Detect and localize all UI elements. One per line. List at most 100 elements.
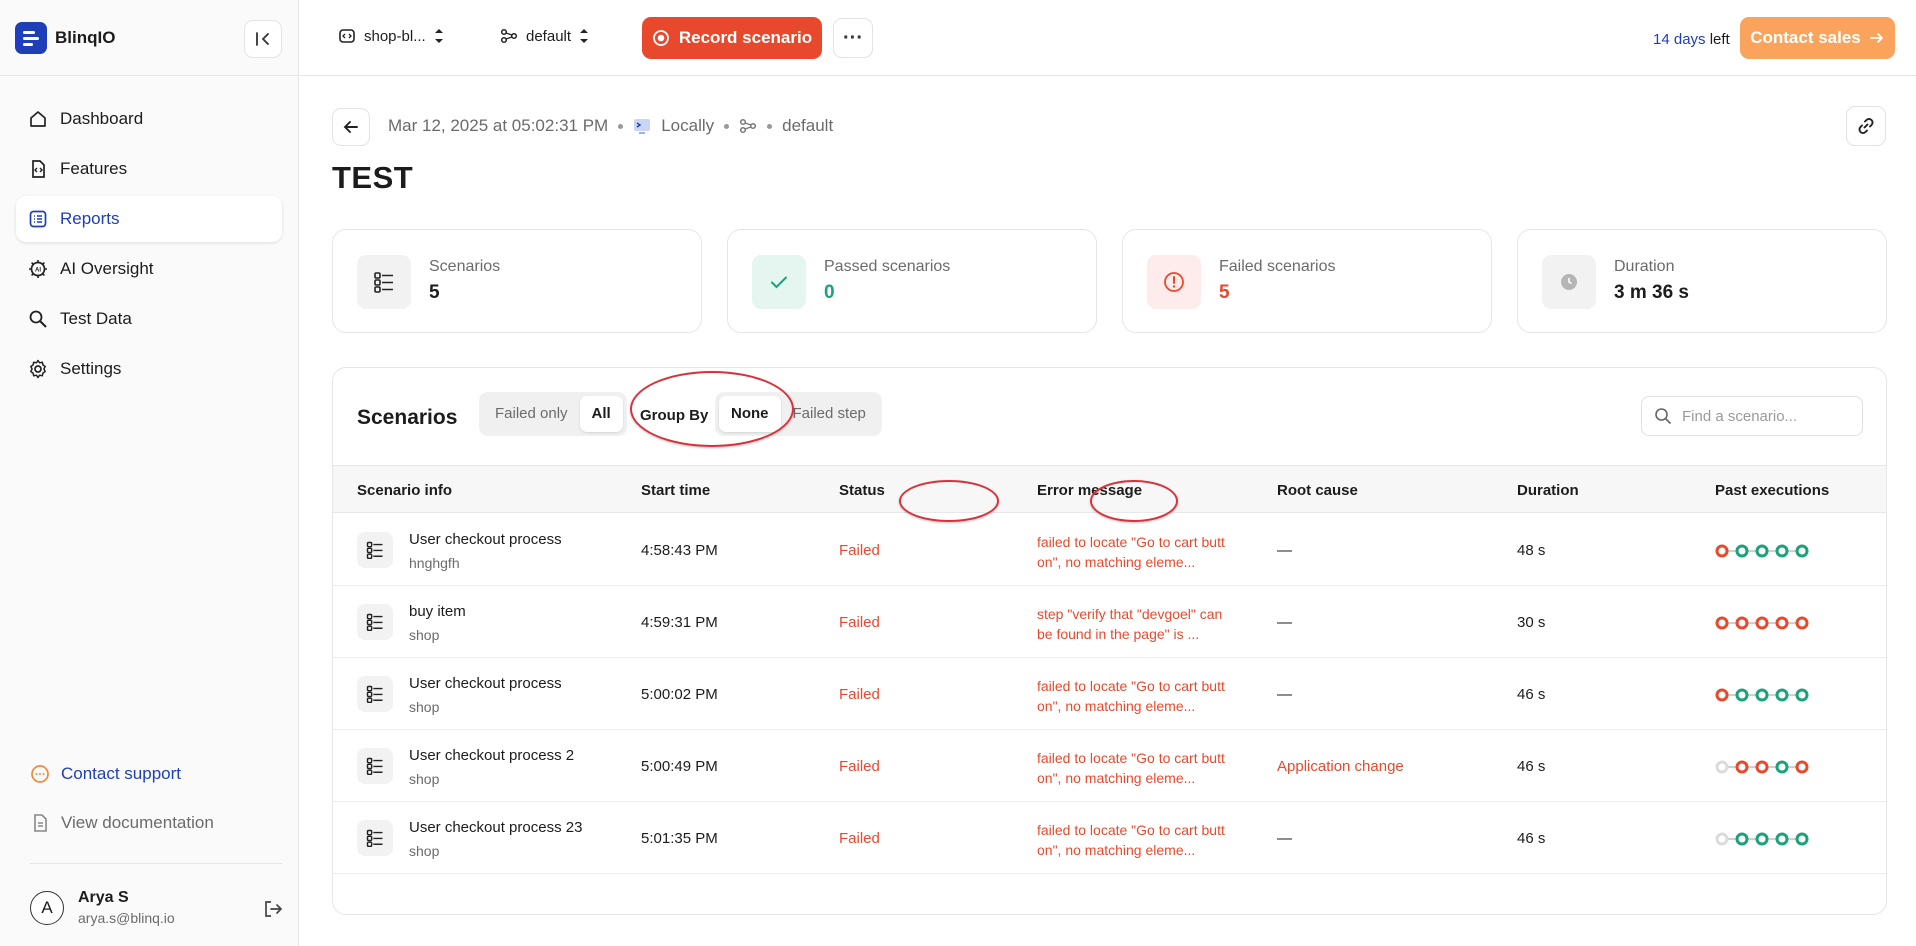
feature-name: hnghgfh xyxy=(409,555,460,571)
user-profile[interactable]: A Arya S arya.s@blinq.io xyxy=(30,889,175,926)
copy-link-button[interactable] xyxy=(1846,106,1886,146)
execution-dot-failed[interactable] xyxy=(1795,616,1809,630)
duration: 46 s xyxy=(1517,758,1546,775)
ai-gear-icon: AI xyxy=(29,260,47,278)
execution-dot-passed[interactable] xyxy=(1735,688,1749,702)
logout-button[interactable] xyxy=(262,898,284,925)
column-header[interactable]: Past executions xyxy=(1715,482,1829,499)
sidebar-item-label: Features xyxy=(60,159,128,178)
execution-dot-failed[interactable] xyxy=(1795,760,1809,774)
annotation-oval-error-message xyxy=(899,480,999,522)
execution-dot-failed[interactable] xyxy=(1755,760,1769,774)
stat-label: Duration xyxy=(1614,258,1675,275)
execution-dot-failed[interactable] xyxy=(1755,616,1769,630)
column-header[interactable]: Root cause xyxy=(1277,482,1358,499)
error-message: failed to locate "Go to cart button", no… xyxy=(1037,750,1225,786)
execution-dot-passed[interactable] xyxy=(1735,544,1749,558)
root-cause: — xyxy=(1277,830,1292,847)
execution-dot-passed[interactable] xyxy=(1775,688,1789,702)
sidebar-item-test-data[interactable]: Test Data xyxy=(16,296,282,342)
view-documentation-link[interactable]: View documentation xyxy=(30,813,214,833)
environment-icon xyxy=(740,118,757,134)
execution-dot-failed[interactable] xyxy=(1715,616,1729,630)
environment-selector[interactable]: default xyxy=(500,27,589,45)
start-time: 4:59:31 PM xyxy=(641,614,718,631)
project-selector[interactable]: shop-bl... xyxy=(338,27,444,45)
stat-value: 0 xyxy=(824,282,835,303)
more-options-button[interactable]: ··· xyxy=(833,18,873,58)
trial-suffix: left xyxy=(1705,31,1730,48)
contact-support-link[interactable]: Contact support xyxy=(30,764,181,784)
execution-dot-failed[interactable] xyxy=(1715,688,1729,702)
execution-dot-passed[interactable] xyxy=(1795,832,1809,846)
scenario-icon xyxy=(357,820,393,856)
error-message: step "verify that "devgoel" can be found… xyxy=(1037,606,1223,642)
group-by-failed-step[interactable]: Failed step xyxy=(781,396,878,432)
execution-dot-passed[interactable] xyxy=(1775,544,1789,558)
execution-dot-passed[interactable] xyxy=(1775,760,1789,774)
execution-dot-failed[interactable] xyxy=(1735,760,1749,774)
arrow-left-icon xyxy=(343,121,358,133)
error-message: failed to locate "Go to cart button", no… xyxy=(1037,678,1225,714)
brand[interactable]: BlinqIO xyxy=(15,22,115,54)
scenarios-icon xyxy=(357,255,411,309)
scenario-icon xyxy=(357,748,393,784)
brand-name: BlinqIO xyxy=(55,28,116,47)
sidebar-item-reports[interactable]: Reports xyxy=(16,196,282,242)
column-header[interactable]: Scenario info xyxy=(357,482,452,499)
collapse-sidebar-button[interactable] xyxy=(244,20,282,58)
filter-failed-only[interactable]: Failed only xyxy=(483,396,580,432)
execution-dot-passed[interactable] xyxy=(1755,832,1769,846)
table-row[interactable]: buy item shop 4:59:31 PM Failed step "verify… xyxy=(333,586,1886,658)
sidebar-item-features[interactable]: Features xyxy=(16,146,282,192)
execution-dot-empty[interactable] xyxy=(1715,832,1729,846)
execution-dot-passed[interactable] xyxy=(1755,544,1769,558)
sidebar-item-ai-oversight[interactable]: AI AI Oversight xyxy=(16,246,282,292)
status-text: Failed xyxy=(839,758,880,775)
execution-dot-passed[interactable] xyxy=(1795,688,1809,702)
table-row[interactable]: User checkout process 2 shop 5:00:49 PM Fai… xyxy=(333,730,1886,802)
topbar: shop-bl... default Record scenario ··· 1… xyxy=(300,0,1916,76)
past-executions xyxy=(1715,616,1809,630)
execution-dot-passed[interactable] xyxy=(1775,832,1789,846)
execution-dot-passed[interactable] xyxy=(1795,544,1809,558)
sidebar-nav: Dashboard Features Reports AI AI Oversig… xyxy=(16,96,282,396)
execution-dot-empty[interactable] xyxy=(1715,760,1729,774)
filter-all[interactable]: All xyxy=(579,396,623,432)
table-row[interactable]: User checkout process shop 5:00:02 PM Faile… xyxy=(333,658,1886,730)
status-filter: Failed only All xyxy=(479,392,627,436)
back-button[interactable] xyxy=(332,108,370,146)
record-scenario-button[interactable]: Record scenario xyxy=(642,17,822,59)
stat-label: Scenarios xyxy=(429,258,501,275)
scenario-search[interactable] xyxy=(1641,396,1863,436)
sort-updown-icon xyxy=(434,29,443,43)
sort-updown-icon xyxy=(580,29,589,43)
execution-dot-passed[interactable] xyxy=(1735,832,1749,846)
execution-dot-passed[interactable] xyxy=(1755,688,1769,702)
feature-name: shop xyxy=(409,771,440,787)
contact-sales-label: Contact sales xyxy=(1750,28,1861,47)
app-root: BlinqIO Dashboard Features Reports AI AI… xyxy=(0,0,1916,946)
search-input[interactable] xyxy=(1682,407,1842,425)
home-icon xyxy=(30,111,46,127)
contact-sales-button[interactable]: Contact sales xyxy=(1740,17,1895,59)
table-row[interactable]: User checkout process hnghgfh 4:58:43 PM Fa… xyxy=(333,514,1886,586)
column-header[interactable]: Status xyxy=(839,482,885,499)
sidebar-item-dashboard[interactable]: Dashboard xyxy=(16,96,282,142)
execution-dot-failed[interactable] xyxy=(1735,616,1749,630)
sidebar-item-settings[interactable]: Settings xyxy=(16,346,282,392)
table-row[interactable]: User checkout process 23 shop 5:01:35 PM Fa… xyxy=(333,802,1886,874)
stat-card-failed: Failed scenarios 5 xyxy=(1122,229,1492,333)
page-title: TEST xyxy=(332,160,414,195)
column-header[interactable]: Start time xyxy=(641,482,710,499)
column-header[interactable]: Duration xyxy=(1517,482,1579,499)
execution-dot-failed[interactable] xyxy=(1775,616,1789,630)
status-text: Failed xyxy=(839,614,880,631)
report-environment: default xyxy=(782,116,834,135)
user-name: Arya S xyxy=(78,889,129,906)
alert-icon xyxy=(1147,255,1201,309)
search-icon xyxy=(1655,408,1672,425)
duration: 46 s xyxy=(1517,830,1546,847)
sidebar-item-label: Reports xyxy=(60,209,120,228)
execution-dot-failed[interactable] xyxy=(1715,544,1729,558)
